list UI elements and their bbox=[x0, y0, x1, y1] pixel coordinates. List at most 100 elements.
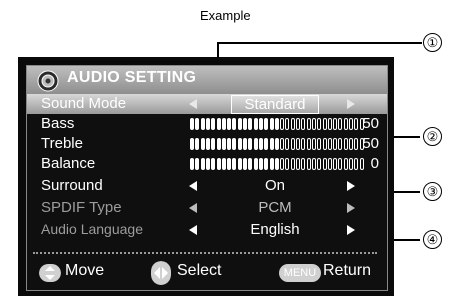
level-segment bbox=[253, 118, 258, 130]
level-segment bbox=[274, 138, 279, 150]
audio-language-label: Audio Language bbox=[41, 221, 143, 237]
level-segment bbox=[232, 158, 237, 170]
callout-2: ② bbox=[423, 127, 442, 146]
level-segment bbox=[296, 118, 300, 130]
speaker-icon bbox=[37, 70, 59, 92]
level-segment bbox=[290, 118, 295, 130]
level-segment bbox=[227, 118, 232, 130]
row-bass[interactable]: Bass 50 bbox=[27, 114, 387, 134]
level-segment bbox=[338, 158, 343, 170]
level-segment bbox=[190, 118, 194, 130]
level-segment bbox=[301, 158, 306, 170]
row-spdif-type[interactable]: SPDIF Type PCM bbox=[27, 198, 387, 218]
level-segment bbox=[322, 158, 327, 170]
sound-mode-left-arrow-icon[interactable] bbox=[189, 99, 197, 109]
level-segment bbox=[264, 138, 269, 150]
page-title: AUDIO SETTING bbox=[67, 69, 197, 86]
level-segment bbox=[227, 138, 232, 150]
spdif-type-label: SPDIF Type bbox=[41, 199, 122, 216]
footer-divider bbox=[33, 252, 377, 254]
bass-slider[interactable] bbox=[190, 118, 366, 130]
title-bar: AUDIO SETTING bbox=[27, 66, 387, 94]
level-segment bbox=[301, 118, 306, 130]
level-segment bbox=[243, 118, 247, 130]
level-segment bbox=[248, 118, 253, 130]
level-segment bbox=[211, 138, 216, 150]
caption: Example bbox=[200, 8, 251, 23]
level-segment bbox=[280, 118, 285, 130]
audio-language-right-arrow-icon[interactable] bbox=[347, 225, 355, 235]
row-sound-mode[interactable]: Sound Mode Standard bbox=[27, 94, 387, 114]
level-segment bbox=[349, 118, 353, 130]
footer-hints: Move Select MENU Return bbox=[27, 258, 387, 288]
sound-mode-label: Sound Mode bbox=[41, 95, 127, 112]
callout-3: ③ bbox=[423, 182, 442, 201]
row-treble[interactable]: Treble 50 bbox=[27, 134, 387, 154]
level-segment bbox=[211, 118, 216, 130]
level-segment bbox=[327, 158, 332, 170]
callout-4: ④ bbox=[423, 230, 442, 249]
level-segment bbox=[264, 118, 269, 130]
select-hint: Select bbox=[177, 262, 222, 279]
treble-value: 50 bbox=[362, 135, 379, 152]
level-segment bbox=[237, 138, 242, 150]
level-segment bbox=[343, 158, 348, 170]
level-segment bbox=[211, 158, 216, 170]
level-segment bbox=[248, 138, 253, 150]
level-segment bbox=[221, 118, 226, 130]
level-segment bbox=[232, 118, 237, 130]
level-segment bbox=[306, 118, 311, 130]
level-segment bbox=[195, 118, 200, 130]
row-surround[interactable]: Surround On bbox=[27, 176, 387, 196]
level-segment bbox=[333, 158, 338, 170]
spdif-right-arrow-icon[interactable] bbox=[347, 203, 355, 213]
balance-value: 0 bbox=[370, 155, 379, 172]
up-down-arrows-icon bbox=[39, 264, 61, 282]
level-segment bbox=[359, 158, 364, 170]
level-segment bbox=[333, 118, 338, 130]
level-segment bbox=[216, 138, 221, 150]
level-segment bbox=[258, 138, 263, 150]
bass-label: Bass bbox=[41, 115, 75, 132]
level-segment bbox=[322, 118, 327, 130]
spdif-left-arrow-icon[interactable] bbox=[189, 203, 197, 213]
level-segment bbox=[269, 158, 274, 170]
level-segment bbox=[317, 118, 322, 130]
surround-left-arrow-icon[interactable] bbox=[189, 181, 197, 191]
level-segment bbox=[258, 158, 263, 170]
level-segment bbox=[253, 138, 258, 150]
left-right-arrows-icon bbox=[151, 261, 171, 285]
level-segment bbox=[190, 158, 194, 170]
sound-mode-value[interactable]: Standard bbox=[231, 95, 319, 114]
level-segment bbox=[269, 138, 274, 150]
level-segment bbox=[296, 138, 300, 150]
menu-button-icon: MENU bbox=[279, 264, 321, 282]
audio-language-left-arrow-icon[interactable] bbox=[189, 225, 197, 235]
level-segment bbox=[227, 158, 232, 170]
level-segment bbox=[301, 138, 306, 150]
level-segment bbox=[216, 158, 221, 170]
level-segment bbox=[237, 158, 242, 170]
balance-slider[interactable] bbox=[190, 158, 366, 170]
callout-1: ① bbox=[423, 33, 442, 52]
level-segment bbox=[243, 138, 247, 150]
spdif-type-value: PCM bbox=[258, 199, 292, 216]
row-balance[interactable]: Balance 0 bbox=[27, 154, 387, 174]
level-segment bbox=[264, 158, 269, 170]
level-segment bbox=[258, 118, 263, 130]
level-segment bbox=[216, 118, 221, 130]
sound-mode-right-arrow-icon[interactable] bbox=[347, 99, 355, 109]
level-segment bbox=[243, 158, 247, 170]
level-segment bbox=[290, 138, 295, 150]
level-segment bbox=[354, 138, 359, 150]
level-segment bbox=[338, 138, 343, 150]
row-audio-language[interactable]: Audio Language English bbox=[27, 220, 387, 240]
level-segment bbox=[221, 138, 226, 150]
level-segment bbox=[274, 118, 279, 130]
level-segment bbox=[338, 118, 343, 130]
level-segment bbox=[349, 158, 353, 170]
treble-slider[interactable] bbox=[190, 138, 366, 150]
level-segment bbox=[306, 138, 311, 150]
level-segment bbox=[205, 138, 210, 150]
surround-right-arrow-icon[interactable] bbox=[347, 181, 355, 191]
